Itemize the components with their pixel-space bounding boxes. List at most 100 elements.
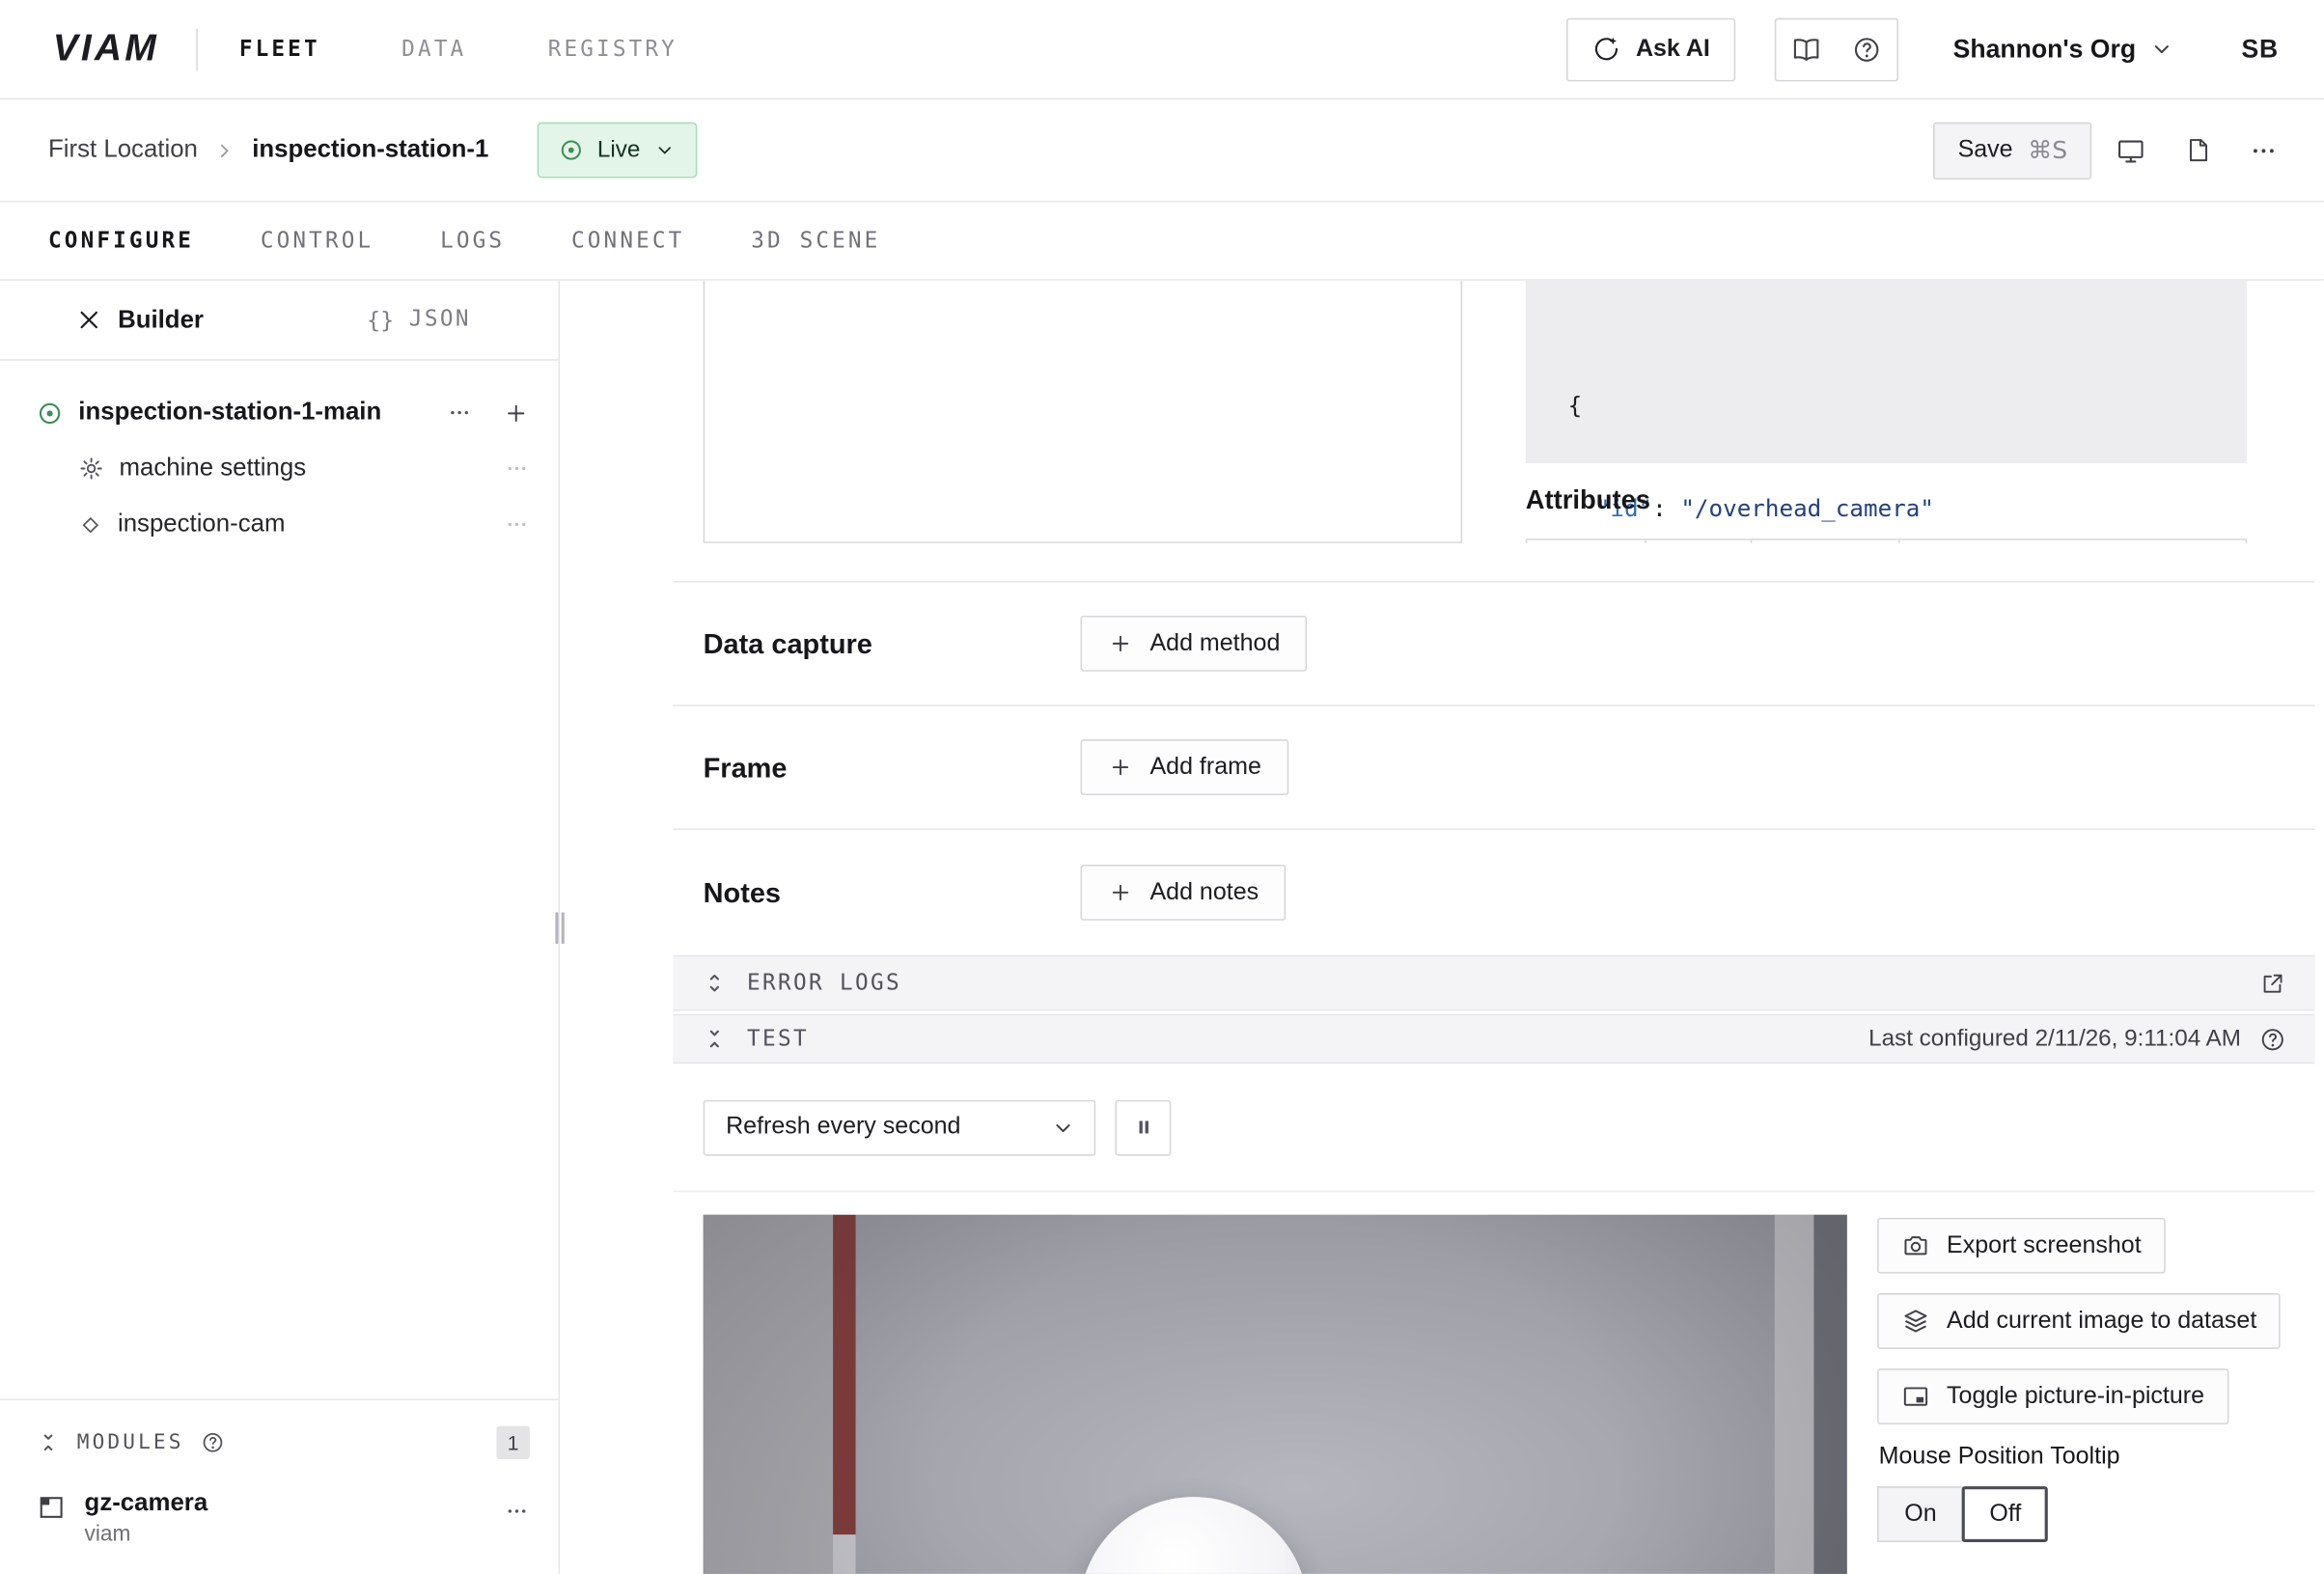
module-more-options-button[interactable]	[504, 1499, 530, 1525]
docs-help-group	[1775, 17, 1898, 81]
collapse-vertical-icon[interactable]	[37, 1430, 61, 1454]
add-component-button[interactable]	[503, 400, 530, 427]
machine-more-options-button[interactable]	[447, 400, 473, 426]
tooltip-on-button[interactable]: On	[1877, 1486, 1964, 1542]
tab-connect[interactable]: CONNECT	[571, 229, 684, 253]
config-sidebar: Builder {} JSON inspection-station-1-mai…	[0, 281, 560, 1574]
section-label: Notes	[704, 876, 1081, 909]
external-link-icon	[2259, 970, 2286, 997]
page-body: Builder {} JSON inspection-station-1-mai…	[0, 281, 2324, 1574]
test-bar[interactable]: TEST Last configured 2/11/26, 9:11:04 AM	[673, 1014, 2314, 1064]
test-help-button[interactable]	[2259, 1025, 2286, 1052]
module-name: gz-camera	[85, 1489, 208, 1518]
more-options-button[interactable]	[2236, 123, 2290, 177]
ask-ai-button[interactable]: Ask AI	[1566, 17, 1735, 81]
save-button[interactable]: Save ⌘S	[1934, 122, 2092, 179]
breadcrumb-machine-name: inspection-station-1	[252, 136, 488, 165]
add-image-to-dataset-button[interactable]: Add current image to dataset	[1877, 1293, 2281, 1349]
chevron-down-icon	[1050, 1115, 1076, 1141]
help-button[interactable]	[1837, 19, 1897, 80]
tooltip-toggle-group: On Off	[1877, 1486, 2314, 1542]
plus-icon	[1108, 880, 1134, 906]
org-switcher[interactable]: Shannon's Org	[1953, 34, 2175, 64]
add-notes-button[interactable]: Add notes	[1081, 865, 1286, 921]
attributes-table[interactable]	[1526, 538, 2247, 543]
chevron-right-icon	[213, 138, 237, 162]
viam-logo[interactable]: VIAM	[53, 27, 159, 70]
ellipsis-icon	[504, 456, 530, 482]
picture-in-picture-icon	[1901, 1382, 1930, 1411]
refresh-controls-row: Refresh every second	[673, 1063, 2314, 1192]
component-more-options-button[interactable]	[504, 511, 530, 538]
save-label: Save	[1958, 137, 2013, 164]
config-empty-panel[interactable]	[704, 281, 1462, 543]
builder-mode-toggle[interactable]: Builder	[0, 306, 279, 335]
toggle-pip-button[interactable]: Toggle picture-in-picture	[1877, 1368, 2228, 1424]
section-data-capture: Data capture Add method	[673, 583, 2314, 706]
test-content: Export screenshot Add current image to d…	[673, 1192, 2314, 1574]
document-button[interactable]	[2170, 123, 2224, 177]
documentation-button[interactable]	[1777, 19, 1838, 80]
nav-item-data[interactable]: DATA	[401, 37, 466, 61]
config-code-column: { "id": "/overhead_camera" } Attributes	[1526, 281, 2247, 543]
builder-label: Builder	[118, 306, 204, 335]
mouse-position-tooltip-label: Mouse Position Tooltip	[1879, 1444, 2315, 1471]
settings-more-options-button[interactable]	[504, 456, 530, 482]
screen-monitor-button[interactable]	[2104, 123, 2158, 177]
top-navigation: VIAM FLEET DATA REGISTRY Ask AI Shannon'…	[0, 0, 2324, 99]
collapse-vertical-icon[interactable]	[702, 1026, 728, 1052]
machine-status-badge[interactable]: Live	[537, 123, 697, 179]
camera-icon	[1901, 1231, 1930, 1260]
nav-item-fleet[interactable]: FLEET	[239, 37, 320, 61]
tree-item-label: inspection-cam	[118, 510, 286, 538]
builder-tools-icon	[75, 306, 102, 333]
open-logs-external-button[interactable]	[2259, 970, 2286, 997]
tab-logs[interactable]: LOGS	[440, 229, 505, 253]
tab-3d-scene[interactable]: 3D SCENE	[751, 229, 880, 253]
help-icon	[1852, 34, 1882, 64]
modules-section: MODULES 1 gz-camera viam	[0, 1398, 559, 1573]
machine-tabs: CONFIGURE CONTROL LOGS CONNECT 3D SCENE	[0, 203, 2324, 281]
camera-vignette	[704, 1215, 1847, 1574]
export-screenshot-button[interactable]: Export screenshot	[1877, 1218, 2166, 1274]
error-logs-bar[interactable]: ERROR LOGS	[673, 955, 2314, 1011]
nav-divider	[195, 28, 197, 70]
expand-vertical-icon[interactable]	[702, 970, 728, 996]
module-org: viam	[85, 1523, 208, 1547]
add-method-button[interactable]: Add method	[1081, 616, 1308, 672]
primary-nav: FLEET DATA REGISTRY	[239, 37, 678, 61]
layers-icon	[1901, 1307, 1930, 1336]
gear-icon	[78, 456, 104, 482]
book-icon	[1791, 34, 1821, 64]
breadcrumb-location[interactable]: First Location	[48, 136, 198, 165]
nav-item-registry[interactable]: REGISTRY	[548, 37, 678, 61]
json-mode-toggle[interactable]: {} JSON	[279, 306, 558, 333]
modules-count-badge: 1	[496, 1426, 529, 1459]
camera-feed[interactable]	[704, 1215, 1847, 1574]
last-configured-timestamp: Last configured 2/11/26, 9:11:04 AM	[1868, 1025, 2241, 1052]
pause-icon	[1129, 1114, 1156, 1141]
topnav-right-cluster: Ask AI Shannon's Org SB	[1566, 17, 2279, 81]
live-status-icon	[558, 137, 584, 163]
tree-item-inspection-cam[interactable]: inspection-cam	[0, 496, 559, 552]
sidebar-resize-handle[interactable]	[555, 911, 564, 943]
config-sections: Data capture Add method Frame Add frame	[673, 581, 2314, 955]
plus-icon	[503, 400, 530, 427]
help-icon[interactable]	[201, 1430, 225, 1454]
user-avatar[interactable]: SB	[2242, 34, 2280, 64]
tab-control[interactable]: CONTROL	[261, 229, 374, 253]
module-item-gz-camera[interactable]: gz-camera viam	[37, 1489, 530, 1546]
help-icon	[2259, 1025, 2286, 1052]
json-code-editor[interactable]: { "id": "/overhead_camera" }	[1526, 281, 2247, 463]
ellipsis-icon	[2249, 135, 2279, 165]
tooltip-off-button[interactable]: Off	[1962, 1486, 2048, 1542]
refresh-rate-select[interactable]: Refresh every second	[704, 1099, 1096, 1155]
json-label: JSON	[409, 308, 471, 332]
tree-item-machine-main[interactable]: inspection-station-1-main	[0, 385, 559, 441]
machine-header-actions: Save ⌘S	[1934, 122, 2291, 179]
tab-configure[interactable]: CONFIGURE	[48, 229, 194, 253]
add-frame-button[interactable]: Add frame	[1081, 739, 1288, 795]
pause-refresh-button[interactable]	[1116, 1099, 1172, 1155]
tree-item-machine-settings[interactable]: machine settings	[0, 441, 559, 497]
ellipsis-icon	[504, 511, 530, 538]
